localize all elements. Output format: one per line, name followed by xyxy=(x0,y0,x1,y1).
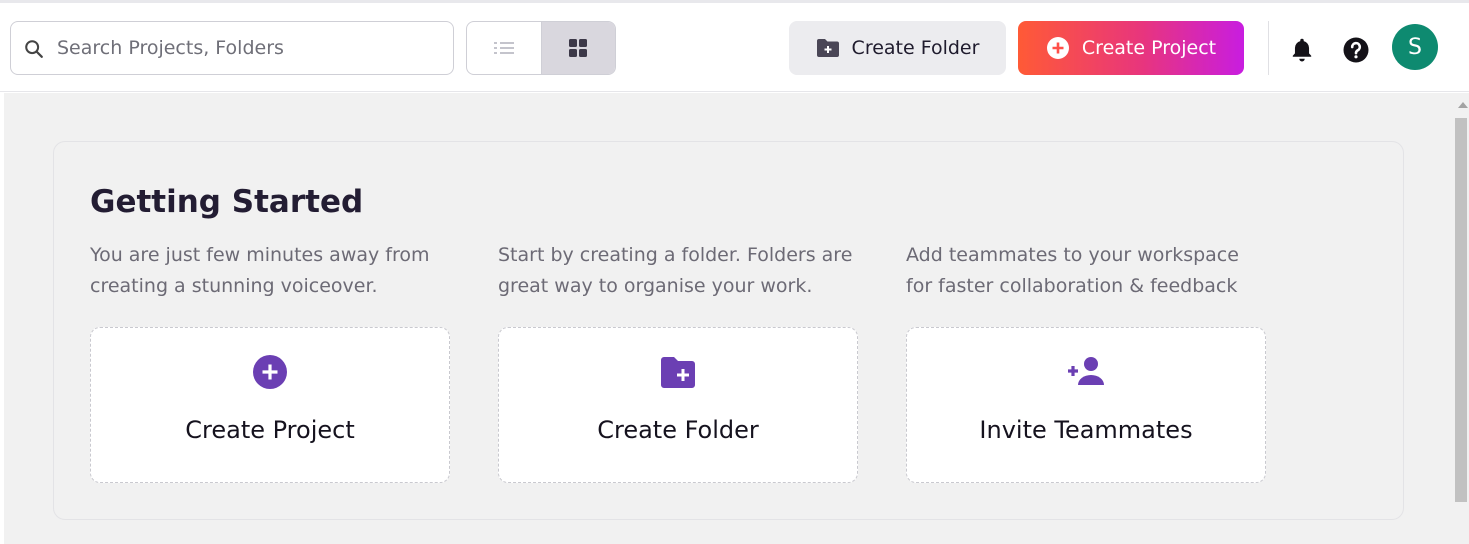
grid-view-icon xyxy=(569,39,588,57)
folder-plus-icon xyxy=(661,357,695,388)
avatar[interactable]: S xyxy=(1392,24,1438,70)
invite-teammates-description: Add teammates to your workspace for fast… xyxy=(906,244,1239,297)
search-input[interactable] xyxy=(57,32,437,64)
search-icon xyxy=(25,40,43,58)
plus-circle-icon xyxy=(1046,37,1069,59)
create-folder-card-label: Create Folder xyxy=(597,416,759,444)
list-view-button[interactable] xyxy=(467,22,541,74)
create-project-button[interactable]: Create Project xyxy=(1018,21,1244,75)
help-icon[interactable] xyxy=(1342,36,1370,64)
create-project-label: Create Project xyxy=(1081,37,1217,59)
create-folder-button[interactable]: Create Folder xyxy=(789,21,1006,75)
grid-view-button[interactable] xyxy=(540,22,615,74)
create-folder-label: Create Folder xyxy=(851,37,980,59)
header-divider xyxy=(1268,21,1269,75)
create-project-card[interactable]: Create Project xyxy=(90,327,450,483)
list-view-icon xyxy=(493,42,514,54)
bell-icon[interactable] xyxy=(1289,36,1315,62)
user-plus-icon xyxy=(1068,357,1104,385)
folder-plus-icon xyxy=(816,39,839,57)
invite-teammates-card-label: Invite Teammates xyxy=(979,416,1193,444)
avatar-initial: S xyxy=(1408,34,1422,60)
invite-teammates-card[interactable]: Invite Teammates xyxy=(906,327,1266,483)
plus-circle-icon xyxy=(253,355,287,389)
view-toggle xyxy=(466,21,616,75)
create-folder-description: Start by creating a folder. Folders are … xyxy=(498,244,853,297)
top-bar: Create Folder Create Project S xyxy=(0,3,1469,92)
create-project-description: You are just few minutes away from creat… xyxy=(90,244,430,297)
create-project-card-label: Create Project xyxy=(185,416,355,444)
scrollbar-thumb[interactable] xyxy=(1455,118,1467,502)
search-box[interactable] xyxy=(10,21,454,75)
create-folder-card[interactable]: Create Folder xyxy=(498,327,858,483)
scroll-up-arrow-icon[interactable] xyxy=(1458,102,1468,108)
getting-started-title: Getting Started xyxy=(90,184,364,220)
